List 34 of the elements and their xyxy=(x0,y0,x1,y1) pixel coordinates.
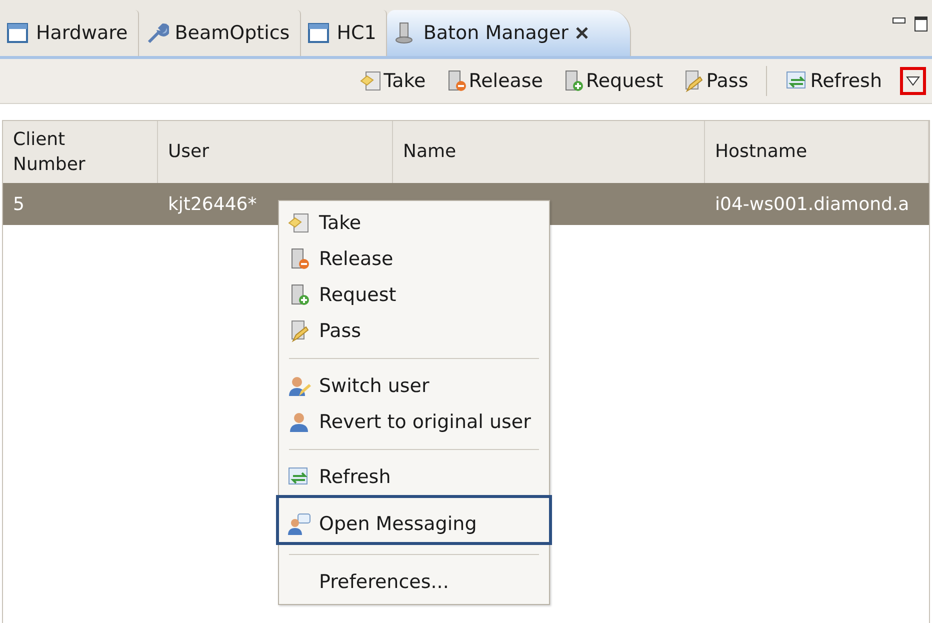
column-header[interactable]: Client Number xyxy=(3,121,158,183)
menu-item[interactable]: Refresh xyxy=(279,459,549,495)
document-icon xyxy=(287,211,311,235)
table-cell: 5 xyxy=(3,183,158,225)
minimize-icon[interactable] xyxy=(892,16,906,26)
toolbar-button[interactable]: Release xyxy=(444,69,543,93)
column-header[interactable]: User xyxy=(158,121,393,183)
window-icon xyxy=(306,21,331,45)
window-icon xyxy=(6,21,30,45)
tab[interactable]: HC1 xyxy=(300,10,388,56)
tab[interactable]: Baton Manager xyxy=(387,10,632,56)
dropdown-icon xyxy=(906,76,920,86)
close-icon[interactable] xyxy=(574,25,590,41)
tab[interactable]: BeamOptics xyxy=(138,10,301,56)
document-icon xyxy=(358,69,383,93)
user-icon xyxy=(287,410,311,434)
menu-item[interactable]: Switch user xyxy=(279,368,549,404)
column-header[interactable]: Hostname xyxy=(705,121,929,183)
view-menu-button[interactable] xyxy=(900,67,926,95)
toolbar-button[interactable]: Pass xyxy=(681,69,748,93)
menu-item[interactable]: Open Messaging xyxy=(279,506,549,542)
column-header[interactable]: Name xyxy=(393,121,705,183)
toolbar-button[interactable]: Request xyxy=(561,69,664,93)
menu-item[interactable]: Pass xyxy=(279,313,549,349)
user-pencil-icon xyxy=(287,374,311,398)
user-speech-icon xyxy=(287,512,311,536)
menu-item[interactable]: Preferences... xyxy=(279,564,549,600)
menu-item[interactable]: Request xyxy=(279,277,549,313)
maximize-icon[interactable] xyxy=(914,16,928,32)
menu-item[interactable]: Revert to original user xyxy=(279,404,549,440)
table-cell: i04-ws001.diamond.a xyxy=(705,183,929,225)
menu-item[interactable]: Release xyxy=(279,241,549,277)
toolbar-button[interactable]: Refresh xyxy=(785,69,882,93)
toolbar-button[interactable]: Take xyxy=(358,69,426,93)
